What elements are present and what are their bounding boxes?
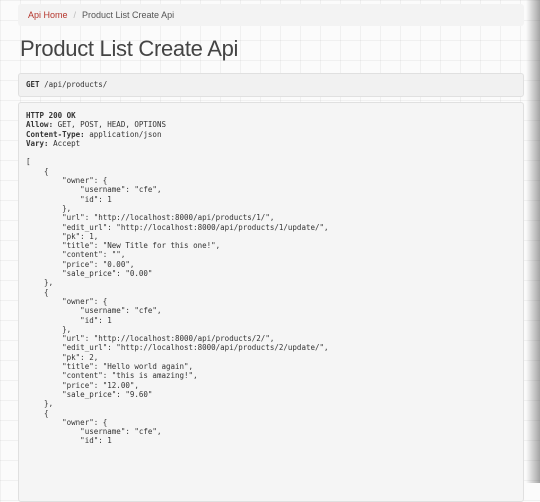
json-line: "edit_url": "http://localhost:8000/api/p… bbox=[26, 343, 329, 353]
json-line: "owner": { bbox=[26, 296, 108, 306]
window-edge-shadow bbox=[526, 0, 540, 483]
json-line: { bbox=[26, 408, 49, 418]
json-line: "id": 1 bbox=[26, 315, 112, 325]
json-line: }, bbox=[26, 278, 54, 288]
json-line: "url": "http://localhost:8000/api/produc… bbox=[26, 334, 275, 344]
request-info: GET /api/products/ bbox=[18, 73, 524, 97]
json-line: "content": "", bbox=[26, 250, 126, 260]
response-header-vary: Vary: Accept bbox=[26, 138, 81, 148]
json-line: }, bbox=[26, 324, 72, 334]
json-line: "sale_price": "9.60" bbox=[26, 389, 153, 399]
json-line: "content": "this is amazing!", bbox=[26, 371, 198, 381]
json-line: "sale_price": "0.00" bbox=[26, 269, 153, 279]
json-line: }, bbox=[26, 203, 72, 213]
json-line: "owner": { bbox=[26, 417, 108, 427]
response-header-allow: Allow: GET, POST, HEAD, OPTIONS bbox=[26, 120, 166, 130]
breadcrumb-current: Product List Create Api bbox=[82, 10, 175, 20]
json-line: "price": "12.00", bbox=[26, 380, 139, 390]
json-line: }, bbox=[26, 399, 54, 409]
json-line: "edit_url": "http://localhost:8000/api/p… bbox=[26, 222, 329, 232]
json-line: "title": "New Title for this one!", bbox=[26, 241, 221, 251]
request-path: /api/products/ bbox=[44, 80, 108, 89]
json-line: "username": "cfe", bbox=[26, 306, 162, 316]
json-line: "username": "cfe", bbox=[26, 185, 162, 195]
response-status: HTTP 200 OK bbox=[26, 111, 76, 120]
page-title: Product List Create Api bbox=[20, 36, 239, 61]
json-line: "id": 1 bbox=[26, 436, 112, 446]
response-header-content-type: Content-Type: application/json bbox=[26, 129, 162, 139]
json-line: { bbox=[26, 287, 49, 297]
json-line: [ bbox=[26, 157, 31, 167]
json-line: "username": "cfe", bbox=[26, 427, 162, 437]
json-line: "url": "http://localhost:8000/api/produc… bbox=[26, 213, 275, 223]
request-method: GET bbox=[26, 80, 40, 89]
json-line: "pk": 1, bbox=[26, 231, 99, 241]
breadcrumb-home-link[interactable]: Api Home bbox=[28, 10, 68, 20]
json-line: "owner": { bbox=[26, 176, 108, 186]
json-line: "price": "0.00", bbox=[26, 259, 135, 269]
breadcrumb: Api Home / Product List Create Api bbox=[18, 4, 524, 26]
json-line: { bbox=[26, 166, 49, 176]
response-body: [ { "owner": { "username": "cfe", "id": … bbox=[26, 157, 523, 445]
json-line: "pk": 2, bbox=[26, 352, 99, 362]
json-line: "title": "Hello world again", bbox=[26, 362, 194, 372]
json-line: "id": 1 bbox=[26, 194, 112, 204]
breadcrumb-separator: / bbox=[73, 10, 77, 20]
response-headers: HTTP 200 OK Allow: GET, POST, HEAD, OPTI… bbox=[26, 111, 523, 148]
response-panel: HTTP 200 OK Allow: GET, POST, HEAD, OPTI… bbox=[18, 102, 524, 502]
